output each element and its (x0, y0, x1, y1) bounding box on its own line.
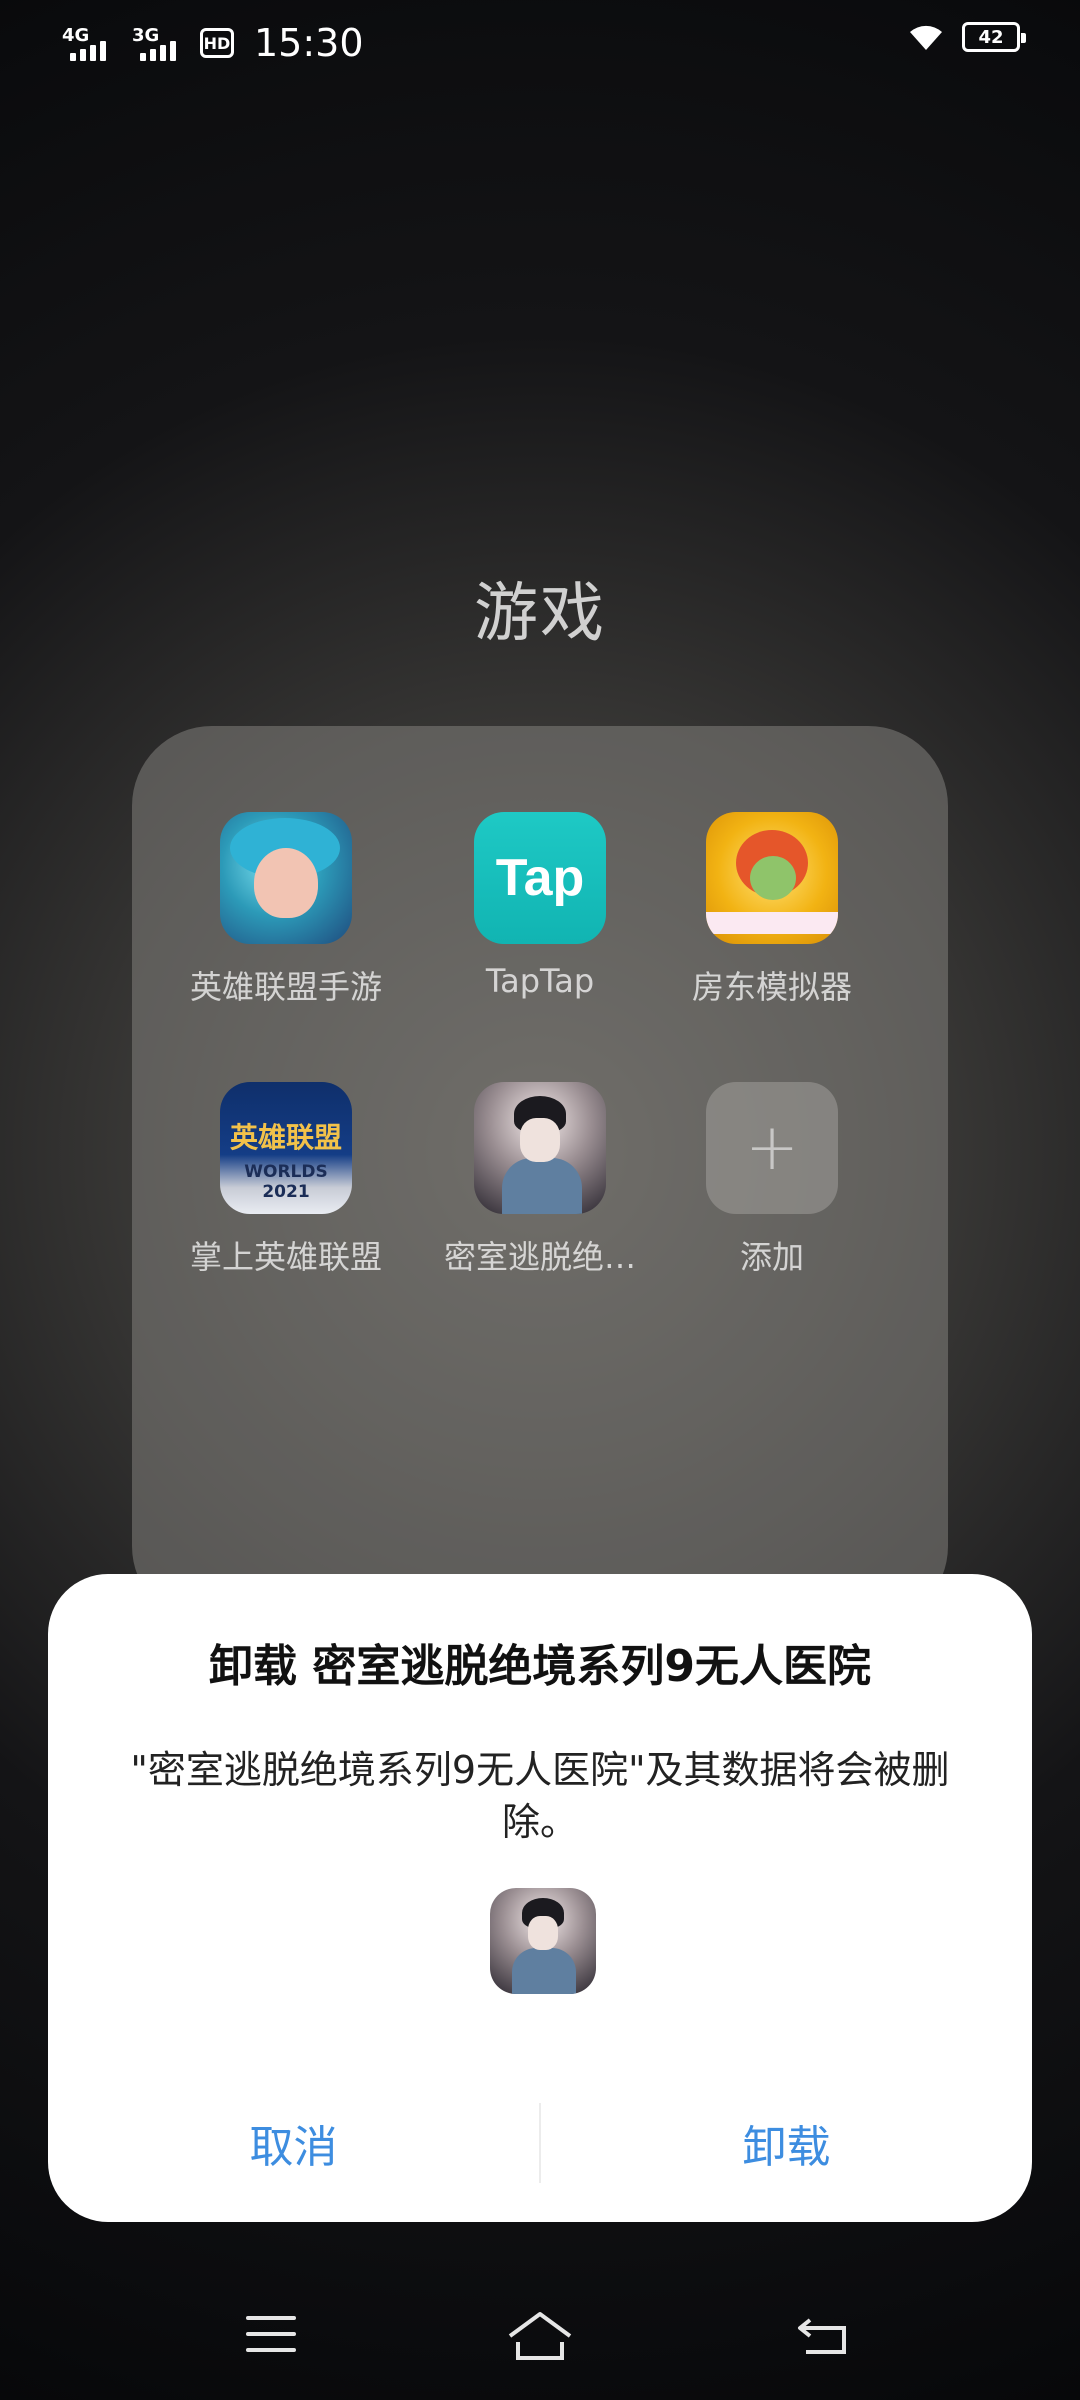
app-label: 房东模拟器 (691, 968, 852, 1006)
status-left: 4G 3G HD 15:30 (60, 18, 364, 68)
app-add[interactable]: + 添加 (656, 1082, 888, 1278)
dialog-message: "密室逃脱绝境系列9无人医院"及其数据将会被删除。 (130, 1748, 950, 1844)
battery-icon: 42 (962, 22, 1026, 52)
navigation-bar (0, 2280, 1080, 2400)
app-label: 掌上英雄联盟 (189, 1238, 382, 1276)
app-escape-room[interactable]: 密室逃脱绝… (424, 1082, 656, 1278)
app-label: 密室逃脱绝… (443, 1238, 636, 1276)
menu-icon[interactable] (246, 2316, 296, 2356)
dialog-buttons: 取消 卸载 (48, 2098, 1032, 2188)
battery-level: 42 (978, 26, 1004, 48)
app-lol-wild-rift[interactable]: 英雄联盟手游 (170, 812, 402, 1008)
hd-icon: HD (200, 28, 234, 58)
escape-room-icon (490, 1888, 596, 1994)
landlord-simulator-icon (706, 812, 838, 944)
app-label: TapTap (485, 962, 595, 1000)
add-icon: + (706, 1082, 838, 1214)
taptap-icon: Tap (474, 812, 606, 944)
lol-wild-rift-icon (220, 812, 352, 944)
dialog-title: 卸载 密室逃脱绝境系列9无人医院 (209, 1641, 871, 1692)
signal-4g-icon: 4G (60, 21, 116, 65)
home-icon[interactable] (504, 2306, 576, 2366)
wifi-icon (910, 25, 942, 50)
escape-room-icon (474, 1082, 606, 1214)
uninstall-button[interactable]: 卸载 (541, 2098, 1032, 2188)
app-folder: 英雄联盟手游 Tap TapTap 房东模拟器 英雄联盟 WORLDS 2021… (132, 726, 948, 1626)
lol-companion-icon: 英雄联盟 WORLDS 2021 (220, 1082, 352, 1214)
icon-text: 英雄联盟 (229, 1121, 342, 1154)
app-label: 添加 (739, 1238, 804, 1276)
folder-title[interactable]: 游戏 (0, 562, 1080, 654)
app-label: 英雄联盟手游 (189, 968, 382, 1006)
clock: 15:30 (254, 21, 364, 65)
app-lol-companion[interactable]: 英雄联盟 WORLDS 2021 掌上英雄联盟 (170, 1082, 402, 1278)
uninstall-dialog: 卸载 密室逃脱绝境系列9无人医院 "密室逃脱绝境系列9无人医院"及其数据将会被删… (48, 1574, 1032, 2222)
app-landlord-simulator[interactable]: 房东模拟器 (656, 812, 888, 1008)
app-taptap[interactable]: Tap TapTap (424, 812, 656, 1000)
status-bar: 4G 3G HD 15:30 42 (0, 0, 1080, 90)
signal-3g-icon: 3G (130, 21, 186, 65)
back-icon[interactable] (796, 2312, 850, 2358)
icon-subtext: WORLDS 2021 (244, 1162, 328, 1202)
status-right: 42 (906, 22, 1026, 52)
cancel-button[interactable]: 取消 (48, 2098, 539, 2188)
